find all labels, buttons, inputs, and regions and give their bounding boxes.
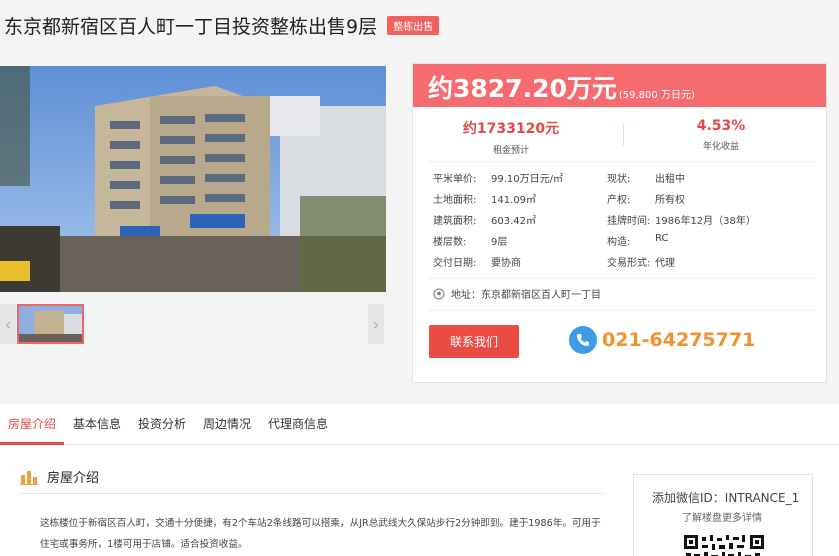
property-main-photo[interactable] [0, 66, 386, 292]
spec-value: 1986年12月（38年） [655, 216, 756, 227]
spec-label: 平米单价: [433, 174, 477, 185]
building-thumbnail [19, 306, 82, 342]
spec-row: 平米单价: 99.10万日元/㎡ 现状: 出租中 [433, 170, 813, 191]
wechat-subtitle: 了解楼盘更多详情 [682, 513, 762, 524]
spec-row: 楼层数: 9层 构造: RC [433, 233, 813, 254]
address-line: 地址：东京都新宿区百人町一丁目 [433, 286, 601, 301]
sale-type-badge: 整栋出售 [387, 15, 440, 35]
section-header: 房屋介绍 [20, 467, 99, 486]
thumbnail-strip: ‹ › [0, 300, 386, 348]
section-title: 房屋介绍 [47, 471, 100, 486]
tab-basic-info[interactable]: 基本信息 [73, 404, 121, 444]
tab-agent-info[interactable]: 代理商信息 [268, 404, 328, 444]
spec-label: 土地面积: [433, 195, 477, 206]
spec-label: 挂牌时间: [607, 216, 651, 227]
phone-icon [569, 326, 597, 354]
tab-investment-analysis[interactable]: 投资分析 [138, 404, 186, 444]
wechat-id: 添加微信ID：INTRANCE_1 [652, 491, 800, 505]
spec-row: 土地面积: 141.09㎡ 产权: 所有权 [433, 191, 813, 212]
kpi-yield-label: 年化收益 [702, 142, 739, 152]
property-description: 这栋楼位于新宿区百人町，交通十分便捷，有2个车站2条线路可以搭乘，从JR总武线大… [40, 518, 601, 550]
spec-label: 楼层数: [433, 237, 467, 248]
location-pin-icon [433, 288, 445, 299]
kpi-divider [623, 124, 624, 146]
phone-contact[interactable]: 021-64275771 [569, 326, 755, 354]
price-in-yen: (59,800 万日元) [618, 90, 695, 101]
divider [428, 161, 815, 162]
chevron-left-icon[interactable]: ‹ [0, 304, 16, 344]
spec-row: 交付日期: 要协商 交易形式: 代理 [433, 254, 813, 275]
property-info-panel: 约3827.20万元 (59,800 万日元) 约1733120元 租金预计 4… [412, 63, 827, 383]
spec-value: 9层 [491, 237, 508, 248]
spec-value: 99.10万日元/㎡ [491, 174, 563, 185]
kpi-row: 约1733120元 租金预计 4.53% 年化收益 [413, 114, 826, 164]
phone-number: 021-64275771 [602, 329, 756, 351]
divider [428, 310, 815, 311]
spec-value: 出租中 [655, 174, 685, 185]
kpi-yield-value: 4.53% [696, 118, 746, 134]
spec-value: 要协商 [491, 258, 521, 269]
building-icon [20, 470, 38, 485]
section-divider [18, 493, 606, 494]
spec-label: 现状: [607, 174, 631, 185]
kpi-rent: 约1733120元 租金预计 [421, 114, 601, 156]
spec-label: 交付日期: [433, 258, 477, 269]
kpi-rent-value: 约1733120元 [462, 121, 560, 137]
contact-us-button[interactable]: 联系我们 [429, 325, 519, 358]
price-bar: 约3827.20万元 (59,800 万日元) [413, 64, 826, 107]
spec-value: RC [655, 233, 669, 244]
spec-value: 141.09㎡ [491, 195, 536, 206]
page-title: 东京都新宿区百人町一丁目投资整栋出售9层 [4, 15, 378, 38]
spec-label: 建筑面积: [433, 216, 477, 227]
total-price: 约3827.20万元 [428, 74, 617, 103]
kpi-rent-label: 租金预计 [492, 146, 529, 156]
spec-value: 603.42㎡ [491, 216, 536, 227]
spec-value: 代理 [655, 258, 675, 269]
address-text: 地址：东京都新宿区百人町一丁目 [451, 290, 601, 301]
spec-label: 交易形式: [607, 258, 651, 269]
spec-label: 产权: [607, 195, 631, 206]
chevron-right-icon[interactable]: › [368, 304, 384, 344]
title-row: 东京都新宿区百人町一丁目投资整栋出售9层 整栋出售 [4, 10, 440, 40]
spec-label: 构造: [607, 237, 631, 248]
spec-value: 所有权 [655, 195, 685, 206]
kpi-yield: 4.53% 年化收益 [631, 114, 811, 152]
qr-code-icon[interactable] [684, 535, 764, 556]
wechat-card: 添加微信ID：INTRANCE_1 了解楼盘更多详情 [633, 474, 813, 556]
tab-property-intro[interactable]: 房屋介绍 [8, 404, 56, 444]
building-photo [0, 66, 386, 292]
divider [428, 278, 815, 279]
thumbnail-image[interactable] [17, 304, 84, 344]
section-tabs: 房屋介绍 基本信息 投资分析 周边情况 代理商信息 [0, 404, 839, 445]
spec-row: 建筑面积: 603.42㎡ 挂牌时间: 1986年12月（38年） [433, 212, 813, 233]
tab-surroundings[interactable]: 周边情况 [203, 404, 251, 444]
